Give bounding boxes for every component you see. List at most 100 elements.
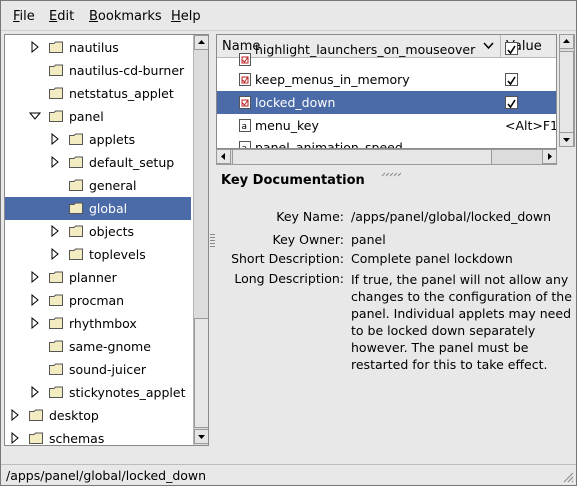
scroll-down-button[interactable] [194,429,208,444]
folder-icon [49,317,63,329]
svg-text:a: a [242,122,248,132]
menu-bookmarks[interactable]: Bookmarks [89,9,162,24]
list-scroll-up-button[interactable] [559,34,574,49]
list-scroll-down-button[interactable] [559,132,574,147]
value-checkbox[interactable] [505,96,518,109]
tree-item-panel[interactable]: panel [5,105,191,128]
key-owner-label: Key Owner: [272,232,344,247]
boolean-key-icon [239,73,251,86]
long-description-label: Long Description: [234,271,344,286]
key-row-menu-key[interactable]: a menu_key <Alt>F1 [217,114,556,137]
arrow-left-icon [221,153,225,160]
tree-item-same-gnome[interactable]: same-gnome [5,335,191,358]
value-checkbox[interactable] [505,73,518,86]
folder-icon [49,363,63,375]
key-list[interactable]: Name Value highlight_launchers_on_mouseo… [216,34,557,149]
scrollbar-thumb[interactable] [194,318,208,428]
arrow-up-icon [198,40,205,44]
key-value-text[interactable]: <Alt>F1 [505,118,556,133]
gconf-editor-window: File Edit Bookmarks Help nautilus nautilu… [0,0,577,486]
tree-item-stickynotes-applet[interactable]: stickynotes_applet [5,381,191,404]
menu-file[interactable]: File [13,9,35,24]
tree-item-desktop[interactable]: desktop [5,404,191,427]
arrow-up-icon [563,39,570,43]
tree-item-netstatus-applet[interactable]: netstatus_applet [5,82,191,105]
menu-edit[interactable]: Edit [49,9,74,24]
tree-item-label: desktop [49,408,99,423]
boolean-key-icon [239,96,251,109]
tree-item-label: nautilus [69,40,119,55]
horizontal-pane-grip[interactable] [381,165,402,177]
folder-icon [49,87,63,99]
key-name-text: panel_animation_speed [255,140,403,149]
tree-item-label: same-gnome [69,339,151,354]
tree-item-nautilus-cd-burner[interactable]: nautilus-cd-burner [5,59,191,82]
folder-icon [69,133,83,145]
tree-item-nautilus[interactable]: nautilus [5,36,191,59]
boolean-key-icon [239,53,251,66]
tree-item-label: rhythmbox [69,316,137,331]
tree-item-label: schemas [49,431,105,446]
tree-item-label: nautilus-cd-burner [69,63,185,78]
tree-item-label: default_setup [89,155,175,170]
tree-item-label: procman [69,293,125,308]
folder-open-icon [49,110,63,122]
expander-collapsed-icon[interactable] [29,386,41,398]
tree-item-procman[interactable]: procman [5,289,191,312]
tree-item-general[interactable]: general [5,174,191,197]
folder-icon [49,340,63,352]
resize-grip-icon[interactable] [562,471,574,483]
key-row-keep-menus-in-memory[interactable]: keep_menus_in_memory [217,68,556,91]
key-name-label: Key Name: [276,209,344,224]
folder-icon [29,432,43,444]
expander-collapsed-icon[interactable] [9,409,21,421]
arrow-right-icon [548,153,552,160]
tree-item-schemas[interactable]: schemas [5,427,191,446]
scroll-up-button[interactable] [194,35,208,50]
folder-icon [69,179,83,191]
scroll-left-button[interactable] [216,149,231,164]
status-path: /apps/panel/global/locked_down [6,468,207,483]
expander-collapsed-icon[interactable] [49,133,61,145]
tree-item-rhythmbox[interactable]: rhythmbox [5,312,191,335]
key-row-locked-down[interactable]: locked_down [217,91,556,114]
key-name-value: /apps/panel/global/locked_down [351,209,552,224]
list-vertical-scrollbar[interactable] [559,34,575,147]
key-name-text: keep_menus_in_memory [255,72,410,87]
tree-item-sound-juicer[interactable]: sound-juicer [5,358,191,381]
long-description-value: If true, the panel will not allow any ch… [351,272,572,372]
checkmark-icon [507,99,516,109]
expander-collapsed-icon[interactable] [49,156,61,168]
key-row-panel-animation-speed[interactable]: a panel_animation_speed [217,136,556,149]
arrow-down-icon [198,435,205,439]
expander-collapsed-icon[interactable] [29,41,41,53]
list-scrollbar-thumb[interactable] [559,51,574,133]
tree-item-label: sound-juicer [69,362,147,377]
menu-help[interactable]: Help [171,9,201,24]
value-checkbox[interactable] [505,42,518,55]
horizontal-scrollbar-thumb[interactable] [232,149,492,165]
tree-item-label: netstatus_applet [69,86,174,101]
expander-collapsed-icon[interactable] [29,294,41,306]
arrow-down-icon [563,138,570,142]
folder-icon [69,156,83,168]
key-name-text: menu_key [255,118,319,133]
expander-expanded-icon[interactable] [29,110,41,122]
scroll-right-button[interactable] [542,149,557,164]
folder-icon [49,41,63,53]
tree-item-applets[interactable]: applets [5,128,191,151]
folder-icon [49,386,63,398]
menubar: File Edit Bookmarks Help [1,1,576,31]
string-key-icon: a [239,141,251,148]
list-horizontal-scrollbar[interactable] [216,149,557,165]
expander-collapsed-icon[interactable] [9,432,21,444]
folder-icon [49,294,63,306]
string-key-icon: a [239,119,251,132]
tree-item-default-setup[interactable]: default_setup [5,151,191,174]
key-row-highlight-launchers-on-mouseover[interactable]: highlight_launchers_on_mouseover [217,42,556,66]
short-description-label: Short Description: [231,251,344,266]
statusbar: /apps/panel/global/locked_down [1,464,576,485]
expander-collapsed-icon[interactable] [29,317,41,329]
tree-item-label: general [89,178,137,193]
tree-item-label: stickynotes_applet [69,385,186,400]
